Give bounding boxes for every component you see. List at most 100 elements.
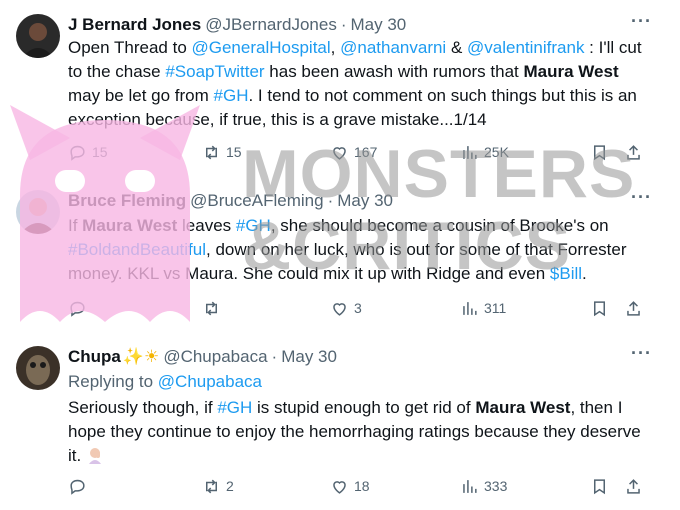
heart-icon — [333, 302, 346, 316]
repost-icon — [205, 479, 218, 493]
repost-button[interactable] — [202, 299, 226, 318]
cashtag-link[interactable]: $Bill — [550, 264, 582, 283]
facepalm-emoji-icon — [86, 446, 104, 471]
tweet-actions: 3 311 — [68, 296, 648, 320]
like-count: 3 — [354, 300, 362, 316]
bookmark-icon — [593, 144, 606, 160]
share-button[interactable] — [624, 299, 643, 318]
replying-to: Replying to @Chupabaca — [68, 372, 262, 392]
tweet-actions: 15 15 167 25K — [68, 140, 648, 164]
views-button[interactable]: 25K — [460, 143, 509, 162]
bookmark-icon — [593, 300, 606, 316]
share-icon — [627, 300, 640, 316]
text-segment: leaves — [177, 216, 236, 235]
repost-count: 2 — [226, 478, 234, 494]
reply-button[interactable] — [68, 299, 92, 318]
text-segment: If — [68, 216, 83, 235]
tweet-date[interactable]: May 30 — [281, 347, 337, 367]
author-handle[interactable]: @BruceAFleming — [190, 191, 323, 211]
repost-button[interactable]: 2 — [202, 477, 234, 496]
bookmark-button[interactable] — [590, 143, 609, 162]
tweet-3[interactable]: Chupa ✨☀ @Chupabaca · May 30 ··· Replyin… — [0, 330, 664, 510]
bold-name: Maura West — [82, 216, 178, 235]
like-count: 18 — [354, 478, 370, 494]
heart-icon — [333, 146, 346, 160]
text-segment: is stupid enough to get rid of — [252, 398, 476, 417]
hashtag-link[interactable]: #SoapTwitter — [165, 62, 264, 81]
share-icon — [627, 144, 640, 160]
bookmark-button[interactable] — [590, 477, 609, 496]
text-segment: may be let go from — [68, 86, 214, 105]
views-button[interactable]: 311 — [460, 299, 506, 318]
hashtag-link[interactable]: #GH — [214, 86, 249, 105]
tweet-text: Open Thread to @GeneralHospital, @nathan… — [68, 36, 642, 132]
view-count: 311 — [484, 300, 507, 316]
avatar[interactable] — [16, 14, 60, 58]
name-emoji: ✨☀ — [122, 347, 160, 366]
author-handle[interactable]: @JBernardJones — [205, 15, 337, 35]
replying-prefix: Replying to — [68, 372, 158, 391]
hashtag-link[interactable]: #GH — [217, 398, 252, 417]
text-segment: Seriously though, if — [68, 398, 218, 417]
reply-icon — [70, 479, 85, 495]
like-button[interactable]: 167 — [330, 143, 377, 162]
text-segment: . — [582, 264, 587, 283]
reply-icon — [70, 145, 85, 161]
reply-icon — [70, 301, 85, 317]
bold-name: Maura West — [475, 398, 571, 417]
tweet-header: Bruce Fleming @BruceAFleming · May 30 ··… — [68, 188, 652, 212]
view-count: 333 — [484, 478, 508, 494]
hashtag-link[interactable]: #GH — [236, 216, 271, 235]
view-count: 25K — [484, 144, 509, 160]
text-segment: , — [330, 38, 341, 57]
repost-button[interactable]: 15 — [202, 143, 242, 162]
views-icon — [463, 479, 477, 493]
tweet-text: Seriously though, if #GH is stupid enoug… — [68, 396, 642, 471]
replying-to-link[interactable]: @Chupabaca — [158, 372, 262, 391]
text-segment: , she should become a cousin of Brooke's… — [270, 216, 609, 235]
bookmark-button[interactable] — [590, 299, 609, 318]
repost-icon — [205, 145, 218, 159]
tweet-actions: 2 18 333 — [68, 474, 648, 498]
avatar[interactable] — [16, 190, 60, 234]
author-name[interactable]: Chupa — [68, 347, 121, 367]
avatar[interactable] — [16, 346, 60, 390]
tweet-date[interactable]: May 30 — [351, 15, 407, 35]
tweet-date[interactable]: May 30 — [337, 191, 393, 211]
author-handle[interactable]: @Chupabaca — [163, 347, 267, 367]
heart-icon — [333, 480, 346, 494]
reply-button[interactable]: 15 — [68, 143, 108, 162]
tweet-1[interactable]: J Bernard Jones @JBernardJones · May 30 … — [0, 0, 664, 169]
bookmark-icon — [593, 478, 606, 494]
separator-dot: · — [327, 191, 334, 210]
views-icon — [463, 145, 477, 159]
share-button[interactable] — [624, 477, 643, 496]
like-count: 167 — [354, 144, 378, 160]
share-icon — [627, 478, 640, 494]
separator-dot: · — [271, 347, 278, 366]
share-button[interactable] — [624, 143, 643, 162]
tweet-2[interactable]: Bruce Fleming @BruceAFleming · May 30 ··… — [0, 168, 664, 331]
hashtag-link[interactable]: #BoldandBeautiful — [68, 240, 206, 259]
more-options-icon[interactable]: ··· — [631, 12, 652, 30]
mention-link[interactable]: @valentinifrank — [467, 38, 584, 57]
repost-icon — [205, 301, 218, 315]
like-button[interactable]: 18 — [330, 477, 370, 496]
views-button[interactable]: 333 — [460, 477, 507, 496]
more-options-icon[interactable]: ··· — [631, 188, 652, 206]
author-name[interactable]: J Bernard Jones — [68, 15, 201, 35]
like-button[interactable]: 3 — [330, 299, 362, 318]
text-segment: Open Thread to — [68, 38, 192, 57]
bold-name: Maura West — [523, 62, 619, 81]
tweet-text: If Maura West leaves #GH, she should bec… — [68, 214, 642, 286]
separator-dot: · — [340, 15, 347, 34]
more-options-icon[interactable]: ··· — [631, 344, 652, 362]
tweet-header: Chupa ✨☀ @Chupabaca · May 30 ··· — [68, 344, 652, 368]
mention-link[interactable]: @nathanvarni — [340, 38, 446, 57]
reply-button[interactable] — [68, 477, 92, 496]
text-segment: & — [446, 38, 468, 57]
tweet-header: J Bernard Jones @JBernardJones · May 30 … — [68, 12, 652, 36]
text-segment: has been awash with rumors that — [264, 62, 524, 81]
mention-link[interactable]: @GeneralHospital — [192, 38, 331, 57]
author-name[interactable]: Bruce Fleming — [68, 191, 186, 211]
